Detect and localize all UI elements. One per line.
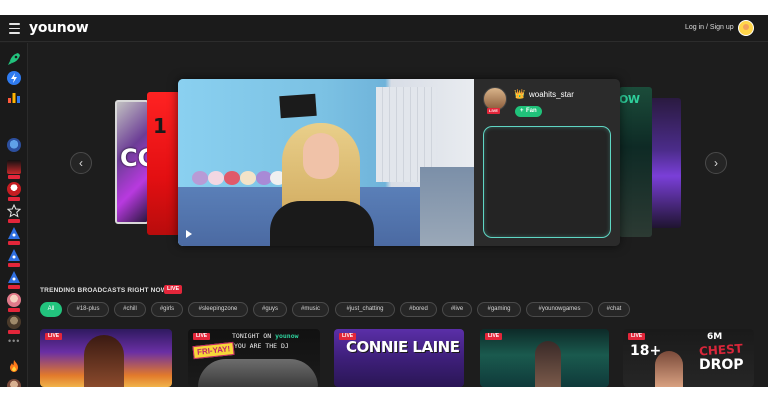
sidebar-user-avatar[interactable] — [7, 182, 21, 196]
menu-icon[interactable] — [9, 23, 20, 34]
chat-panel[interactable] — [483, 126, 611, 238]
broadcast-card[interactable]: LIVE — [40, 329, 172, 387]
live-badge: LIVE — [164, 285, 183, 294]
card-text: YOU ARE THE DJ — [234, 342, 289, 350]
carousel-prev-button[interactable]: ‹ — [70, 152, 92, 174]
sidebar: ••• — [0, 43, 28, 387]
sidebar-user-avatar[interactable] — [7, 293, 21, 307]
crown-badge-icon: 👑 — [514, 89, 526, 99]
broadcast-card[interactable]: CONNIE LAINE LIVE — [334, 329, 464, 387]
live-badge: LIVE — [193, 333, 211, 340]
card-text: 6M — [707, 332, 723, 342]
live-indicator — [8, 285, 20, 289]
broadcast-card[interactable]: LIVE — [480, 329, 609, 387]
carousel-card[interactable]: OW — [619, 87, 652, 237]
card-text: CHEST — [698, 341, 744, 359]
leaderboard-icon[interactable] — [7, 90, 21, 104]
card-text: CC — [120, 144, 147, 172]
card-text: DROP — [699, 357, 744, 373]
tag-gaming[interactable]: #gaming — [477, 302, 521, 317]
bolt-icon[interactable] — [7, 71, 21, 85]
trending-title: TRENDING BROADCASTS RIGHT NOW — [40, 287, 168, 294]
live-indicator — [8, 197, 20, 201]
tag-younowgames[interactable]: #younowgames — [526, 302, 593, 317]
card-text: TONIGHT ON — [232, 332, 272, 340]
card-text: CONNIE LAINE — [346, 338, 460, 356]
broadcaster-username[interactable]: woahits_star — [529, 90, 574, 99]
tag-live[interactable]: #live — [442, 302, 472, 317]
top-bar: younow Log in / Sign up — [0, 15, 768, 42]
tag-18-plus[interactable]: #18-plus — [67, 302, 109, 317]
broadcast-card[interactable]: 18+ 6M CHEST DROP LIVE — [623, 329, 754, 387]
live-badge: LIVE — [487, 108, 500, 114]
sidebar-user-avatar[interactable] — [7, 204, 21, 218]
sidebar-user-avatar[interactable] — [7, 270, 21, 284]
sidebar-user-avatar[interactable] — [7, 138, 21, 152]
tag-just-chatting[interactable]: #just_chatting — [335, 302, 395, 317]
younow-logo[interactable]: younow — [29, 20, 89, 36]
live-badge: LIVE — [485, 333, 503, 340]
featured-carousel: ‹ CC 1 OW — [28, 43, 768, 275]
more-icon[interactable]: ••• — [8, 336, 20, 346]
sidebar-user-avatar[interactable] — [7, 248, 21, 262]
tag-girls[interactable]: #girls — [151, 302, 183, 317]
live-badge: LIVE — [45, 333, 63, 340]
live-indicator — [8, 219, 20, 223]
card-text: 1 — [153, 114, 167, 138]
card-text: FRI-YAY! — [192, 341, 235, 360]
card-text: OW — [619, 93, 640, 106]
live-badge: LIVE — [628, 333, 646, 340]
carousel-card[interactable]: CC — [115, 100, 149, 224]
user-avatar-icon[interactable] — [738, 20, 754, 36]
sidebar-user-avatar[interactable] — [7, 315, 21, 329]
broadcaster-info: LIVE 👑 woahits_star + Fan — [474, 79, 620, 246]
live-indicator — [8, 263, 20, 267]
broadcast-video[interactable] — [178, 79, 474, 246]
tag-chat[interactable]: #chat — [598, 302, 630, 317]
tag-all[interactable]: All — [40, 302, 62, 317]
broadcast-card[interactable]: TONIGHT ON younow YOU ARE THE DJ FRI-YAY… — [188, 329, 320, 387]
fan-button-label: Fan — [526, 108, 537, 114]
app-window: younow Log in / Sign up ••• ‹ C 1 OW LIV… — [0, 15, 768, 387]
tag-music[interactable]: #music — [292, 302, 329, 317]
live-indicator — [8, 175, 20, 179]
flame-icon[interactable] — [7, 359, 21, 373]
sidebar-user-avatar[interactable] — [7, 226, 21, 240]
login-signup-link[interactable]: Log in / Sign up — [685, 24, 734, 31]
tag-chill[interactable]: #chill — [114, 302, 146, 317]
tag-sleepingzone[interactable]: #sleepingzone — [188, 302, 248, 317]
card-text: younow — [275, 332, 299, 340]
play-icon[interactable] — [186, 230, 192, 238]
featured-broadcast: LIVE 👑 woahits_star + Fan — [178, 79, 620, 246]
rocket-icon[interactable] — [7, 52, 21, 66]
live-indicator — [8, 330, 20, 334]
tag-filter-bar: All #18-plus #chill #girls #sleepingzone… — [40, 302, 740, 318]
fan-button[interactable]: + Fan — [515, 106, 542, 117]
live-indicator — [8, 308, 20, 312]
sidebar-user-avatar[interactable] — [7, 160, 21, 174]
carousel-card[interactable] — [650, 98, 681, 228]
tag-guys[interactable]: #guys — [253, 302, 287, 317]
tag-bored[interactable]: #bored — [400, 302, 437, 317]
carousel-next-button[interactable]: › — [705, 152, 727, 174]
live-badge: LIVE — [339, 333, 357, 340]
carousel-card[interactable]: 1 — [147, 92, 180, 235]
sidebar-user-avatar[interactable] — [7, 379, 21, 387]
live-indicator — [8, 241, 20, 245]
